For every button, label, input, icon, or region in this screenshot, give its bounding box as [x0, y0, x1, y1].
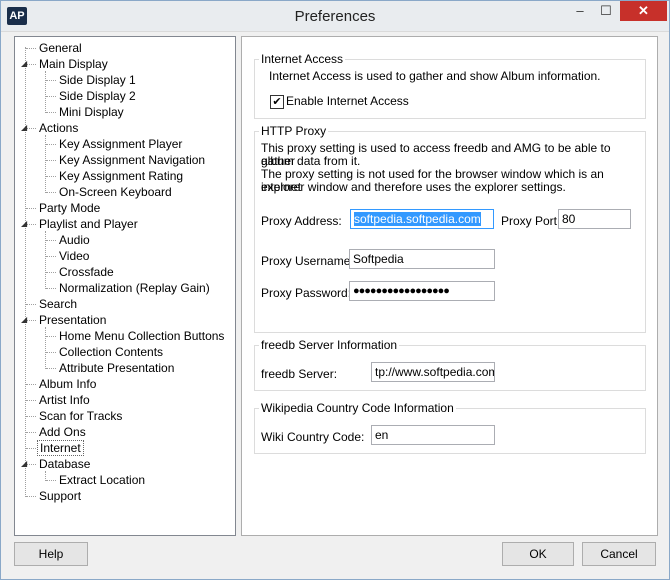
internet-access-title: Internet Access [259, 52, 346, 66]
proxy-desc-line4: explorer window and therefore uses the e… [261, 180, 566, 194]
enable-internet-checkbox[interactable]: ✔ [270, 95, 284, 109]
tree-item-label: Key Assignment Navigation [59, 153, 206, 167]
http-proxy-group: HTTP Proxy This proxy setting is used to… [254, 124, 646, 333]
tree-item[interactable]: Artist Info [37, 392, 92, 408]
tree-item-label: Presentation [39, 313, 107, 327]
internet-access-description: Internet Access is used to gather and sh… [269, 69, 601, 83]
tree-item-label: Collection Contents [59, 345, 164, 359]
tree-item-label: Side Display 2 [59, 89, 136, 103]
tree-item[interactable]: Side Display 1 [57, 72, 138, 88]
wiki-country-code-label: Wiki Country Code: [261, 430, 365, 444]
tree-item-label: Playlist and Player [39, 217, 138, 231]
tree-item-label: Key Assignment Player [59, 137, 183, 151]
tree-item[interactable]: Support [37, 488, 83, 504]
tree-item-label: Main Display [39, 57, 108, 71]
preferences-window: AP Preferences – ☐ ✕ General Main Display… [0, 0, 670, 580]
tree-item-label: Internet [37, 440, 84, 456]
freedb-group: freedb Server Information freedb Server:… [254, 338, 646, 391]
expand-toggle-icon[interactable]: ◢ [21, 315, 27, 324]
freedb-server-field[interactable]: tp://www.softpedia.com [371, 362, 495, 382]
tree-item-label: Audio [59, 233, 90, 247]
tree-item-label: Crossfade [59, 265, 114, 279]
tree-item[interactable]: Scan for Tracks [37, 408, 124, 424]
tree-item-label: Extract Location [59, 473, 146, 487]
tree-item-label: Normalization (Replay Gain) [59, 281, 210, 295]
tree-item-label: Side Display 1 [59, 73, 136, 87]
proxy-address-label: Proxy Address: [261, 214, 342, 228]
settings-panel: Internet Access Internet Access is used … [241, 36, 658, 536]
tree-item-label: Attribute Presentation [59, 361, 175, 375]
http-proxy-title: HTTP Proxy [259, 124, 329, 138]
tree-item[interactable]: Search [37, 296, 79, 312]
tree-item[interactable]: Key Assignment Rating [57, 168, 185, 184]
close-button[interactable]: ✕ [620, 1, 667, 21]
tree-item-label: Search [39, 297, 78, 311]
enable-internet-label: Enable Internet Access [286, 94, 409, 108]
proxy-password-field[interactable]: ●●●●●●●●●●●●●●●●● [349, 281, 495, 301]
tree-item-label: Key Assignment Rating [59, 169, 184, 183]
expand-toggle-icon[interactable]: ◢ [21, 459, 27, 468]
tree-item[interactable]: Main Display [37, 56, 110, 72]
tree-item[interactable]: Actions [37, 120, 80, 136]
freedb-server-label: freedb Server: [261, 367, 338, 381]
tree-item[interactable]: Database [37, 456, 92, 472]
tree-item-label: On-Screen Keyboard [59, 185, 172, 199]
tree-item-label: Actions [39, 121, 79, 135]
tree-item[interactable]: Key Assignment Navigation [57, 152, 207, 168]
tree-item-label: Database [39, 457, 91, 471]
expand-toggle-icon[interactable]: ◢ [21, 219, 27, 228]
minimize-button[interactable]: – [567, 1, 593, 21]
tree-item[interactable]: Album Info [37, 376, 98, 392]
title-bar: AP Preferences – ☐ ✕ [1, 1, 669, 32]
tree-item[interactable]: Collection Contents [57, 344, 165, 360]
tree-item[interactable]: General [37, 40, 84, 56]
tree-item[interactable]: Playlist and Player [37, 216, 140, 232]
tree-item[interactable]: Key Assignment Player [57, 136, 184, 152]
tree-item[interactable]: Audio [57, 232, 92, 248]
tree-item-label: Home Menu Collection Buttons [59, 329, 225, 343]
tree-item[interactable]: Normalization (Replay Gain) [57, 280, 212, 296]
tree-item[interactable]: Extract Location [57, 472, 147, 488]
tree-item[interactable]: Mini Display [57, 104, 126, 120]
tree-item-label: Artist Info [39, 393, 90, 407]
freedb-title: freedb Server Information [259, 338, 400, 352]
tree-item-label: Add Ons [39, 425, 86, 439]
tree-item-label: Album Info [39, 377, 97, 391]
preferences-tree[interactable]: General Main Display ◢ Side Display 1 Side D… [14, 36, 236, 536]
tree-item[interactable]: Internet [37, 440, 84, 456]
maximize-button[interactable]: ☐ [593, 1, 619, 21]
tree-item-label: Video [59, 249, 90, 263]
proxy-port-label: Proxy Port: [501, 214, 561, 228]
proxy-password-label: Proxy Password: [261, 286, 352, 300]
expand-toggle-icon[interactable]: ◢ [21, 123, 27, 132]
tree-item[interactable]: Crossfade [57, 264, 116, 280]
tree-item[interactable]: Video [57, 248, 91, 264]
tree-item-label: Scan for Tracks [39, 409, 123, 423]
tree-item-label: General [39, 41, 82, 55]
tree-item[interactable]: On-Screen Keyboard [57, 184, 174, 200]
internet-access-group: Internet Access Internet Access is used … [254, 52, 646, 119]
proxy-username-label: Proxy Username: [261, 254, 354, 268]
proxy-port-field[interactable]: 80 [558, 209, 631, 229]
tree-item[interactable]: Home Menu Collection Buttons [57, 328, 226, 344]
wiki-country-code-field[interactable]: en [371, 425, 495, 445]
tree-item-label: Mini Display [59, 105, 124, 119]
wikipedia-group: Wikipedia Country Code Information Wiki … [254, 401, 646, 454]
cancel-button[interactable]: Cancel [582, 542, 656, 566]
tree-item[interactable]: Add Ons [37, 424, 88, 440]
tree-item[interactable]: Presentation [37, 312, 108, 328]
tree-item-label: Party Mode [39, 201, 101, 215]
expand-toggle-icon[interactable]: ◢ [21, 59, 27, 68]
proxy-username-field[interactable]: Softpedia [349, 249, 495, 269]
tree-item[interactable]: Party Mode [37, 200, 102, 216]
tree-item-label: Support [39, 489, 82, 503]
help-button[interactable]: Help [14, 542, 88, 566]
proxy-address-field[interactable]: softpedia.softpedia.com [350, 209, 494, 229]
ok-button[interactable]: OK [502, 542, 574, 566]
wikipedia-title: Wikipedia Country Code Information [259, 401, 456, 415]
tree-item[interactable]: Side Display 2 [57, 88, 138, 104]
tree-item[interactable]: Attribute Presentation [57, 360, 176, 376]
